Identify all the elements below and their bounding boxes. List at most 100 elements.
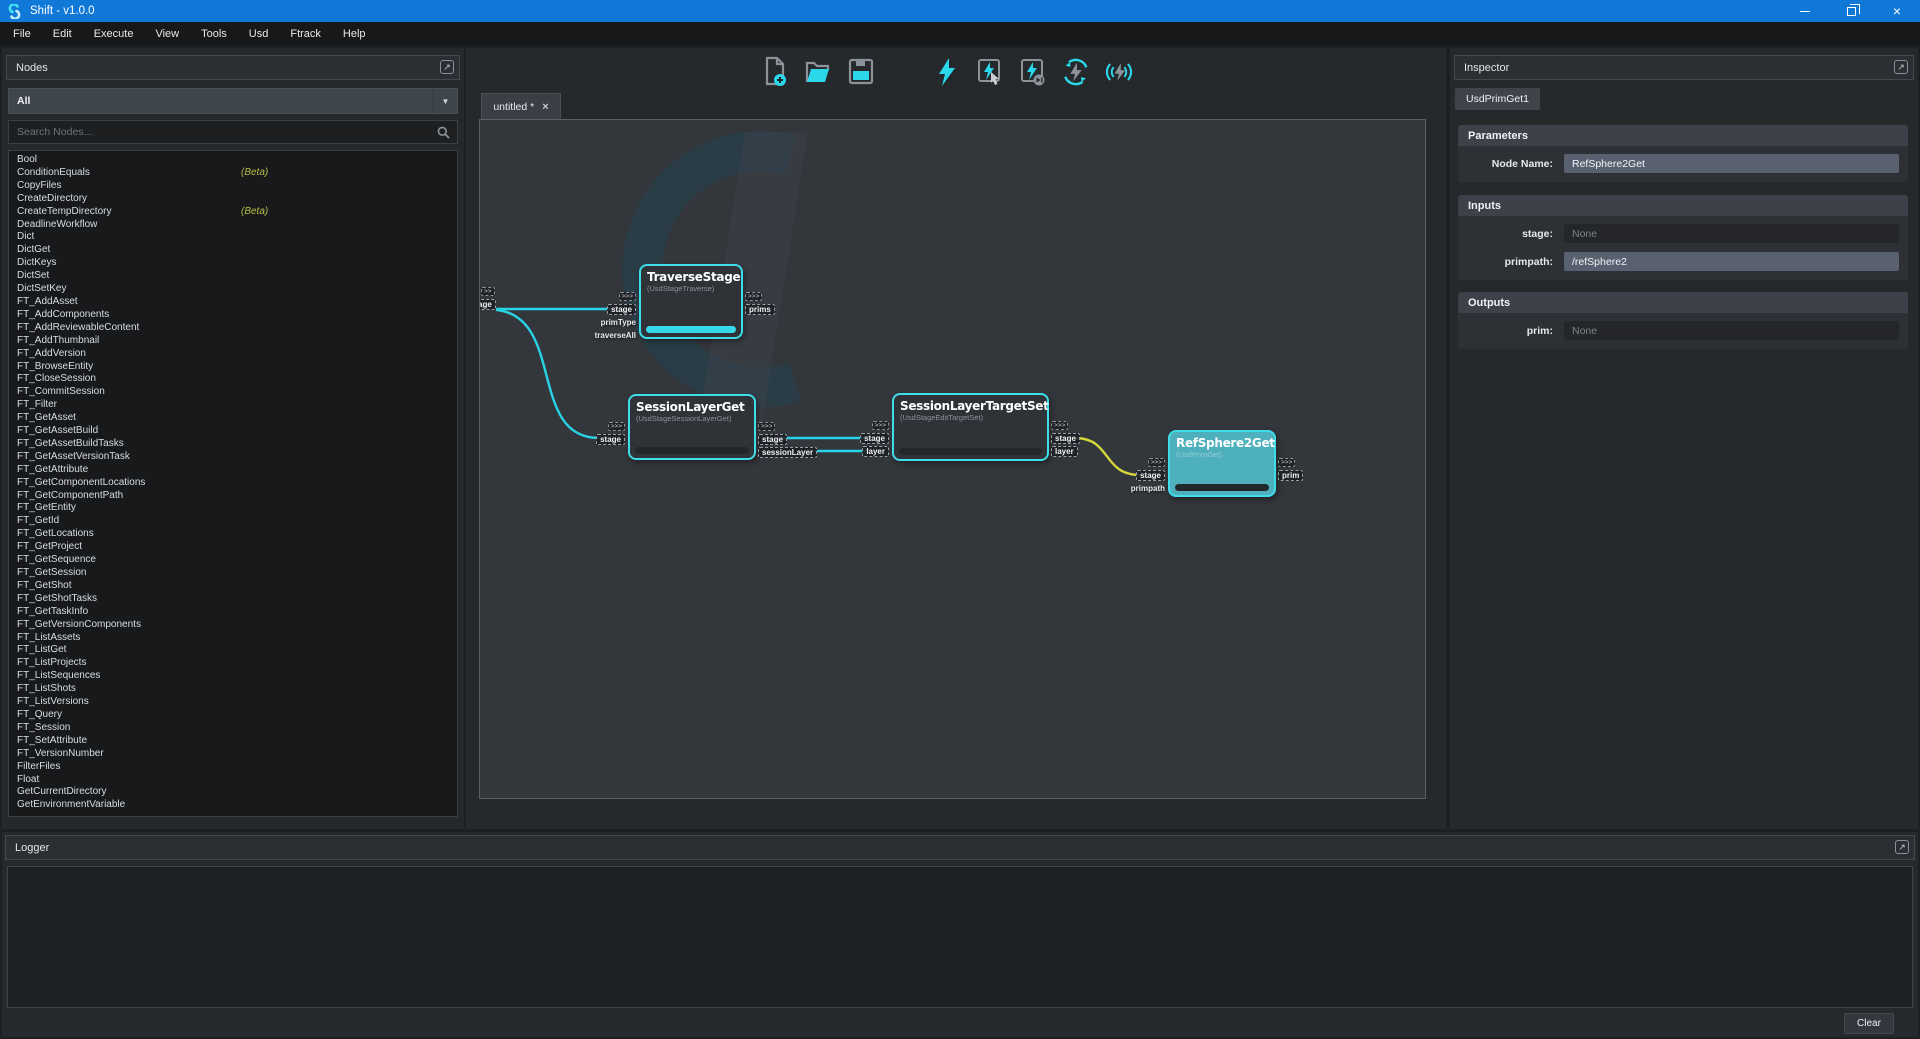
restore-button[interactable] [1828, 0, 1874, 22]
new-scene-icon[interactable] [760, 55, 790, 89]
node-type-item[interactable]: FT_Query [13, 709, 457, 722]
node-type-item[interactable]: FT_GetSequence [13, 554, 457, 567]
node-type-item[interactable]: GetEnvironmentVariable [13, 799, 457, 812]
node-type-item[interactable]: FT_GetProject [13, 541, 457, 554]
port-stage[interactable]: stage [1051, 433, 1080, 444]
primpath-field[interactable] [1564, 252, 1899, 271]
node-type-item[interactable]: FT_ListSequences [13, 670, 457, 683]
node-type-item[interactable]: FilterFiles [13, 761, 457, 774]
node-type-item[interactable]: FT_AddVersion [13, 348, 457, 361]
node-type-item[interactable]: FT_GetId [13, 515, 457, 528]
node-type-item[interactable]: FT_VersionNumber [13, 748, 457, 761]
node-type-item[interactable]: FT_CommitSession [13, 386, 457, 399]
graph-canvas[interactable]: >>ageTraverseStage(UsdStageTraverse)>>>s… [479, 119, 1426, 799]
inspector-node-tab[interactable]: UsdPrimGet1 [1455, 88, 1540, 110]
node-type-item[interactable]: FT_CloseSession [13, 373, 457, 386]
node-type-item[interactable]: CreateTempDirectory(Beta) [13, 206, 457, 219]
close-button[interactable]: × [1874, 0, 1920, 22]
port-stage[interactable]: stage [596, 434, 625, 445]
tab-untitled[interactable]: untitled * × [481, 93, 561, 119]
node-type-item[interactable]: FT_GetAttribute [13, 464, 457, 477]
port-prims[interactable]: prims [745, 304, 775, 315]
clear-button[interactable]: Clear [1844, 1013, 1894, 1034]
node-type-item[interactable]: FT_AddAsset [13, 296, 457, 309]
node-type-item[interactable]: FT_GetAssetBuild [13, 425, 457, 438]
node-type-item[interactable]: Float [13, 774, 457, 787]
menu-help[interactable]: Help [332, 22, 377, 46]
port-traverseAll[interactable]: traverseAll [595, 330, 636, 341]
node-type-item[interactable]: FT_AddComponents [13, 309, 457, 322]
stage-field[interactable] [1564, 224, 1899, 243]
node-type-item[interactable]: Dict [13, 231, 457, 244]
node-type-item[interactable]: CopyFiles [13, 180, 457, 193]
node-type-item[interactable]: DeadlineWorkflow [13, 219, 457, 232]
node-type-item[interactable]: FT_GetComponentLocations [13, 477, 457, 490]
execute-from-selected-icon[interactable] [1018, 55, 1048, 89]
node-type-item[interactable]: FT_GetTaskInfo [13, 606, 457, 619]
minimize-button[interactable] [1782, 0, 1828, 22]
graph-node-sessionlayertargetset[interactable]: SessionLayerTargetSet(UsdStageEditTarget… [892, 393, 1049, 461]
open-scene-icon[interactable] [803, 55, 833, 89]
node-type-item[interactable]: FT_GetSession [13, 567, 457, 580]
port-primType[interactable]: primType [601, 317, 636, 328]
menu-ftrack[interactable]: Ftrack [279, 22, 332, 46]
re-execute-icon[interactable] [1061, 55, 1091, 89]
nodes-popout-icon[interactable]: ↗ [440, 60, 454, 74]
node-type-item[interactable]: DictSetKey [13, 283, 457, 296]
node-type-item[interactable]: GetCurrentDirectory [13, 786, 457, 799]
tab-close-icon[interactable]: × [542, 101, 548, 113]
node-filter-dropdown[interactable]: All ▼ [8, 88, 458, 114]
node-type-item[interactable]: DictSet [13, 270, 457, 283]
node-type-item[interactable]: FT_GetAssetVersionTask [13, 451, 457, 464]
execute-selected-icon[interactable] [975, 55, 1005, 89]
port-stage[interactable]: stage [1136, 470, 1165, 481]
node-type-item[interactable]: FT_GetAssetBuildTasks [13, 438, 457, 451]
port-stage[interactable]: stage [607, 304, 636, 315]
node-type-item[interactable]: DictGet [13, 244, 457, 257]
inspector-popout-icon[interactable]: ↗ [1894, 60, 1908, 74]
node-type-item[interactable]: FT_ListVersions [13, 696, 457, 709]
port-stage[interactable]: stage [860, 433, 889, 444]
node-type-item[interactable]: FT_ListProjects [13, 657, 457, 670]
node-type-item[interactable]: FT_GetShot [13, 580, 457, 593]
port-layer[interactable]: layer [1051, 446, 1078, 457]
node-type-item[interactable]: CreateDirectory [13, 193, 457, 206]
node-type-item[interactable]: FT_GetComponentPath [13, 490, 457, 503]
node-type-item[interactable]: FT_ListAssets [13, 632, 457, 645]
node-type-item[interactable]: FT_BrowseEntity [13, 361, 457, 374]
chevron-down-icon[interactable]: ▼ [433, 89, 457, 113]
node-type-item[interactable]: FT_ListShots [13, 683, 457, 696]
port-primpath[interactable]: primpath [1131, 483, 1165, 494]
node-type-item[interactable]: FT_Session [13, 722, 457, 735]
node-type-item[interactable]: FT_GetLocations [13, 528, 457, 541]
graph-node-traversestage[interactable]: TraverseStage(UsdStageTraverse) [639, 264, 743, 339]
node-type-item[interactable]: FT_GetVersionComponents [13, 619, 457, 632]
search-input[interactable] [9, 126, 437, 138]
menu-usd[interactable]: Usd [238, 22, 280, 46]
graph-node-sessionlayerget[interactable]: SessionLayerGet(UsdStageSessionLayerGet) [628, 394, 756, 460]
node-type-item[interactable]: FT_AddThumbnail [13, 335, 457, 348]
node-type-item[interactable]: Bool [13, 154, 457, 167]
node-type-item[interactable]: FT_GetEntity [13, 502, 457, 515]
node-name-field[interactable] [1564, 154, 1899, 173]
node-type-item[interactable]: FT_AddReviewableContent [13, 322, 457, 335]
node-type-item[interactable]: FT_GetAsset [13, 412, 457, 425]
node-type-item[interactable]: FT_Filter [13, 399, 457, 412]
port-prim[interactable]: prim [1278, 470, 1303, 481]
save-scene-icon[interactable] [846, 55, 876, 89]
menu-file[interactable]: File [2, 22, 42, 46]
live-execute-icon[interactable] [1104, 55, 1134, 89]
menu-execute[interactable]: Execute [83, 22, 145, 46]
menu-tools[interactable]: Tools [190, 22, 238, 46]
node-type-item[interactable]: FT_SetAttribute [13, 735, 457, 748]
port-layer[interactable]: layer [862, 446, 889, 457]
node-type-item[interactable]: DictKeys [13, 257, 457, 270]
prim-field[interactable] [1564, 321, 1899, 340]
node-type-item[interactable]: FT_ListGet [13, 644, 457, 657]
execute-icon[interactable] [932, 55, 962, 89]
menu-edit[interactable]: Edit [42, 22, 83, 46]
logger-popout-icon[interactable]: ↗ [1895, 840, 1909, 854]
node-type-item[interactable]: ConditionEquals(Beta) [13, 167, 457, 180]
node-type-item[interactable]: FT_GetShotTasks [13, 593, 457, 606]
menu-view[interactable]: View [144, 22, 190, 46]
